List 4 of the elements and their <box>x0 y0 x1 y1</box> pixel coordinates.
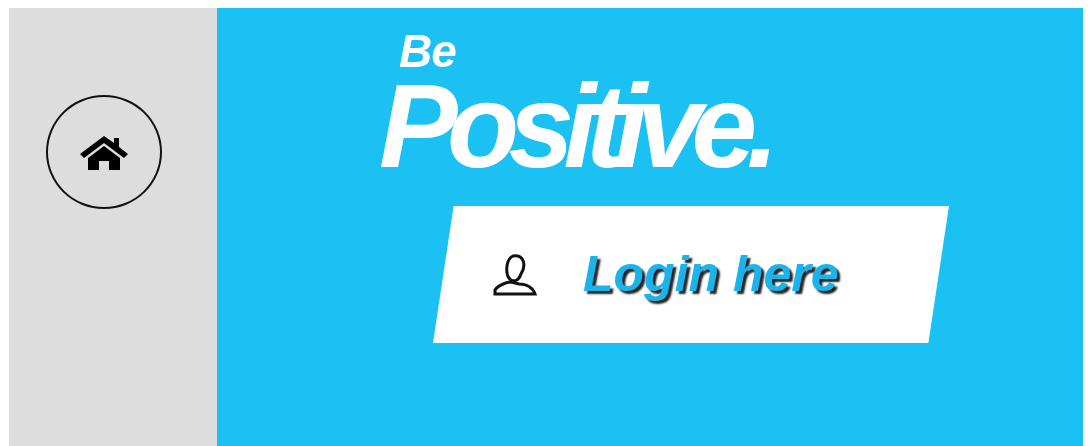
login-button[interactable]: Login here <box>433 206 949 343</box>
logo-text-large: Positive. <box>379 74 769 178</box>
logo-text-small: Be <box>399 28 456 74</box>
home-button[interactable] <box>46 95 162 209</box>
